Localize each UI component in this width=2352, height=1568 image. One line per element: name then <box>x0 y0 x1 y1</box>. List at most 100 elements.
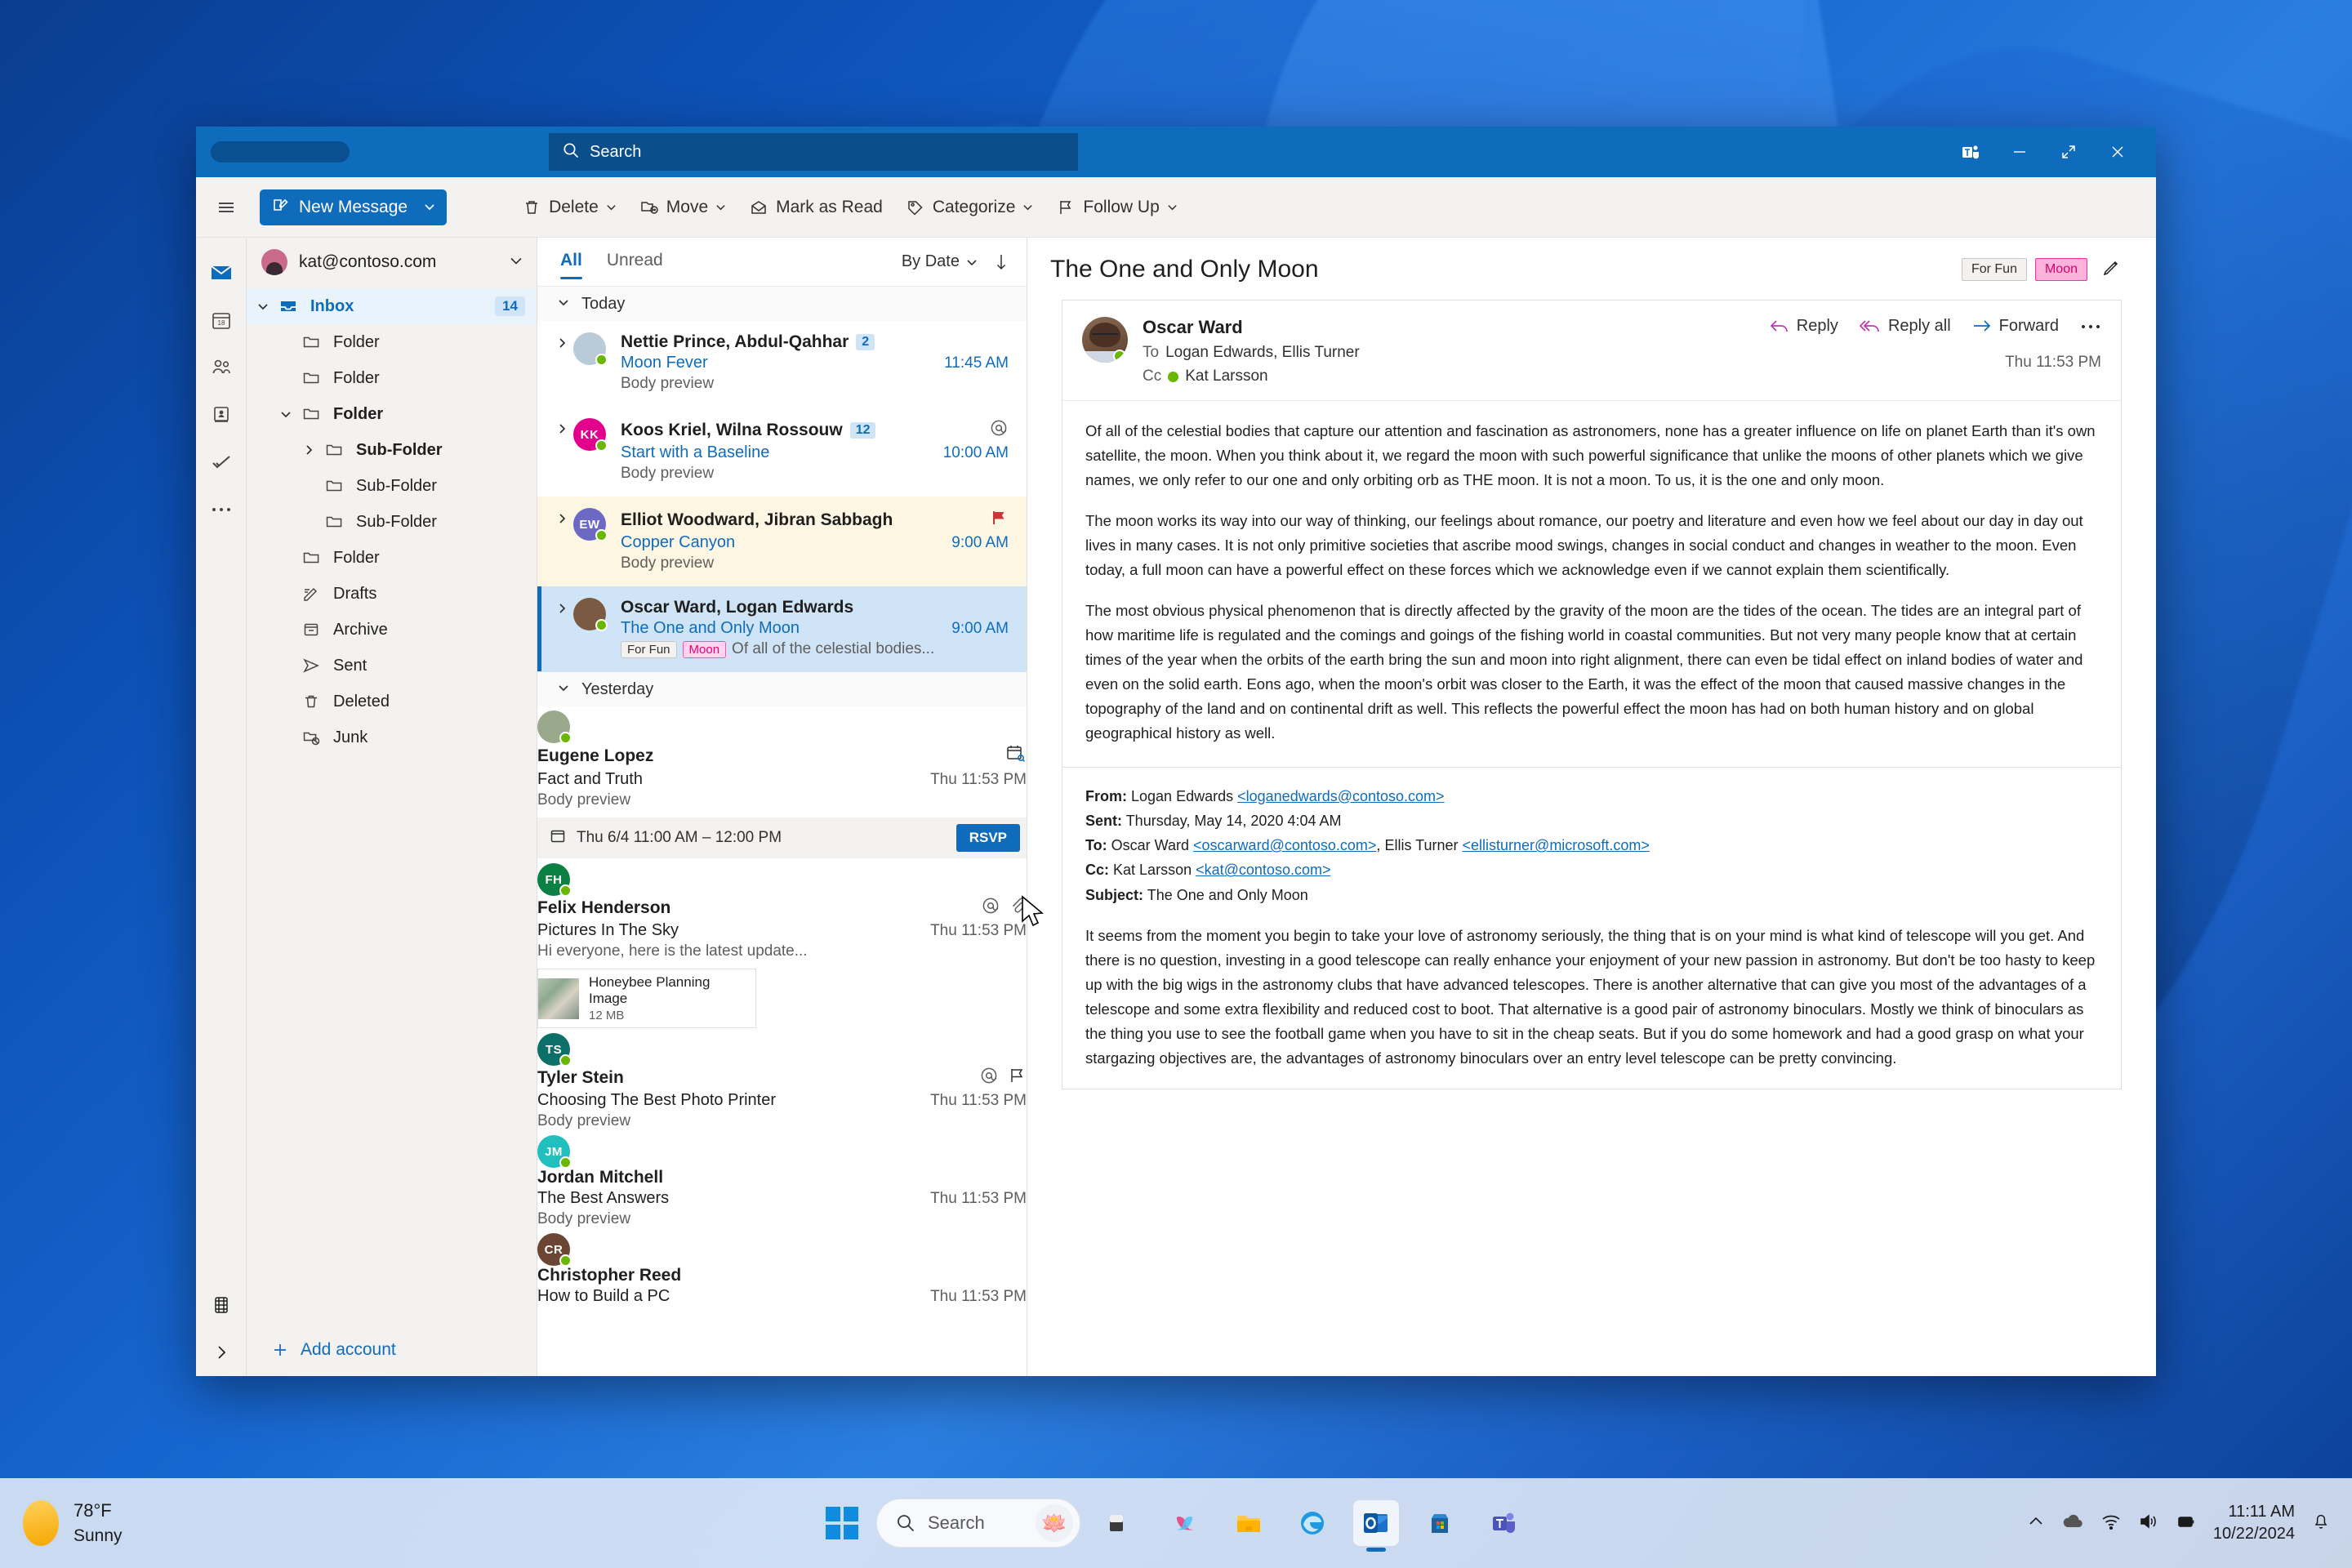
follow-up-button[interactable]: Follow Up <box>1046 189 1187 225</box>
mention-icon[interactable] <box>981 896 1000 920</box>
apps-icon[interactable] <box>199 1281 243 1329</box>
teams-icon[interactable] <box>1949 133 1993 171</box>
expand-thread-icon[interactable] <box>555 418 573 483</box>
minimize-button[interactable] <box>1998 133 2042 171</box>
message-list-item[interactable]: KK Koos Kriel, Wilna Rossouw 12 Start wit… <box>537 407 1027 497</box>
chevron-down-icon[interactable] <box>509 253 523 272</box>
reply-all-button[interactable]: Reply all <box>1859 317 1951 336</box>
folder-item-sent-10[interactable]: Sent <box>247 648 537 684</box>
calendar-icon[interactable]: 18 <box>199 296 243 344</box>
highlighter-icon[interactable] <box>2100 257 2122 283</box>
battery-icon[interactable] <box>2176 1512 2197 1535</box>
folder-item-inbox-0[interactable]: Inbox 14 <box>247 288 537 324</box>
sender-name[interactable]: Oscar Ward <box>1143 317 1753 338</box>
teams-icon[interactable] <box>1481 1500 1526 1546</box>
category-tag-moon[interactable]: Moon <box>682 640 727 658</box>
date-group-header[interactable]: Yesterday <box>537 672 1027 706</box>
message-list-item[interactable]: Oscar Ward, Logan Edwards The One and On… <box>537 586 1027 672</box>
mention-icon[interactable] <box>979 1066 999 1089</box>
expand-thread-icon[interactable] <box>555 598 573 658</box>
people-icon[interactable] <box>199 344 243 391</box>
attachment-card[interactable]: Honeybee Planning Image 12 MB <box>537 969 756 1028</box>
windows-start-icon[interactable] <box>826 1507 858 1539</box>
flag-filled-icon[interactable] <box>989 508 1009 532</box>
folder-item-sub-folder-6[interactable]: Sub-Folder <box>247 504 537 540</box>
message-list[interactable]: Today Nettie Prince, Abdul-Qahhar 2 Moon … <box>537 287 1027 1376</box>
onedrive-icon[interactable] <box>2061 1512 2084 1535</box>
close-button[interactable] <box>2096 133 2140 171</box>
copilot-icon[interactable] <box>1162 1500 1208 1546</box>
tasks-icon[interactable] <box>199 439 243 486</box>
message-list-item[interactable]: EW Elliot Woodward, Jibran Sabbagh Coppe… <box>537 497 1027 586</box>
flag-outline-icon[interactable] <box>1007 1066 1027 1089</box>
chevron-right-icon[interactable] <box>297 443 320 457</box>
expand-thread-icon[interactable] <box>555 508 573 572</box>
search-input[interactable]: Search <box>549 133 1078 171</box>
quoted-cc-email-link[interactable]: <kat@contoso.com> <box>1196 862 1330 878</box>
weather-widget[interactable]: 78°F Sunny <box>0 1500 122 1546</box>
chevron-down-icon[interactable] <box>274 408 297 421</box>
calendar-invite-icon[interactable] <box>1005 743 1027 768</box>
mail-icon[interactable] <box>199 249 243 296</box>
message-list-item[interactable]: FH Felix Henderson Pictures In The Sky T… <box>537 859 1027 1029</box>
category-tag-for-fun[interactable]: For Fun <box>1961 258 2027 281</box>
new-message-button[interactable]: New Message <box>260 189 448 225</box>
mark-as-read-button[interactable]: Mark as Read <box>739 189 893 225</box>
delete-button[interactable]: Delete <box>512 189 626 225</box>
contacts-book-icon[interactable] <box>199 391 243 439</box>
categorize-button[interactable]: Categorize <box>896 189 1044 225</box>
microsoft-store-icon[interactable] <box>1417 1500 1463 1546</box>
tab-all[interactable]: All <box>560 251 582 279</box>
ellipsis-icon[interactable] <box>2080 323 2101 330</box>
expand-pane-icon[interactable] <box>199 1329 243 1376</box>
quoted-from-email-link[interactable]: <loganedwards@contoso.com> <box>1237 788 1444 804</box>
add-account-button[interactable]: Add account <box>247 1327 537 1376</box>
taskbar-clock[interactable]: 11:11 AM 10/22/2024 <box>2213 1501 2295 1545</box>
file-explorer-icon[interactable] <box>1226 1500 1272 1546</box>
forward-button[interactable]: Forward <box>1972 317 2059 336</box>
folder-item-folder-2[interactable]: Folder <box>247 360 537 396</box>
message-list-item[interactable]: CR Christopher Reed How to Build a PC Th… <box>537 1229 1027 1307</box>
volume-icon[interactable] <box>2138 1512 2159 1535</box>
folder-item-folder-1[interactable]: Folder <box>247 324 537 360</box>
message-list-item[interactable]: TS Tyler Stein Choosing The Best Photo P… <box>537 1029 1027 1131</box>
quoted-to-email1-link[interactable]: <oscarward@contoso.com> <box>1193 837 1376 853</box>
lotus-icon[interactable]: 🪷 <box>1036 1504 1073 1542</box>
chevron-down-icon[interactable] <box>557 295 570 314</box>
folder-item-folder-3[interactable]: Folder <box>247 396 537 432</box>
category-tag-moon[interactable]: Moon <box>2034 258 2087 281</box>
chevron-down-icon[interactable] <box>557 680 570 699</box>
wifi-icon[interactable] <box>2100 1512 2122 1535</box>
folder-item-drafts-8[interactable]: Drafts <box>247 576 537 612</box>
folder-item-junk-12[interactable]: Junk <box>247 719 537 755</box>
folder-item-archive-9[interactable]: Archive <box>247 612 537 648</box>
reply-button[interactable]: Reply <box>1770 317 1838 336</box>
expand-thread-icon[interactable] <box>555 332 573 393</box>
outlook-icon[interactable] <box>1353 1500 1399 1552</box>
taskbar-search-input[interactable]: Search 🪷 <box>876 1499 1080 1548</box>
account-selector[interactable]: kat@contoso.com <box>247 238 537 287</box>
date-group-header[interactable]: Today <box>537 287 1027 321</box>
message-list-item[interactable]: Eugene Lopez Fact and Truth Thu 11:53 PM… <box>537 706 1027 859</box>
folder-item-sub-folder-5[interactable]: Sub-Folder <box>247 468 537 504</box>
category-tag-for-fun[interactable]: For Fun <box>621 640 677 658</box>
task-view-icon[interactable] <box>1098 1500 1144 1546</box>
mention-icon[interactable] <box>989 418 1009 442</box>
bell-icon[interactable] <box>2311 1511 2331 1536</box>
folder-item-deleted-11[interactable]: Deleted <box>247 684 537 719</box>
chevron-down-icon[interactable] <box>252 300 274 313</box>
show-hidden-icons-icon[interactable] <box>2027 1512 2045 1535</box>
quoted-to-email2-link[interactable]: <ellisturner@microsoft.com> <box>1463 837 1650 853</box>
tab-unread[interactable]: Unread <box>607 251 663 273</box>
chevron-down-icon[interactable] <box>424 198 435 217</box>
move-button[interactable]: Move <box>630 189 736 225</box>
folder-item-sub-folder-4[interactable]: Sub-Folder <box>247 432 537 468</box>
more-apps-icon[interactable] <box>199 486 243 533</box>
rsvp-button[interactable]: RSVP <box>956 824 1020 852</box>
folder-item-folder-7[interactable]: Folder <box>247 540 537 576</box>
hamburger-menu-icon[interactable] <box>196 177 256 238</box>
restore-button[interactable] <box>2047 133 2091 171</box>
edge-icon[interactable] <box>1290 1500 1335 1546</box>
message-list-item[interactable]: Nettie Prince, Abdul-Qahhar 2 Moon Fever … <box>537 321 1027 407</box>
message-list-item[interactable]: JM Jordan Mitchell The Best Answers Thu … <box>537 1131 1027 1229</box>
